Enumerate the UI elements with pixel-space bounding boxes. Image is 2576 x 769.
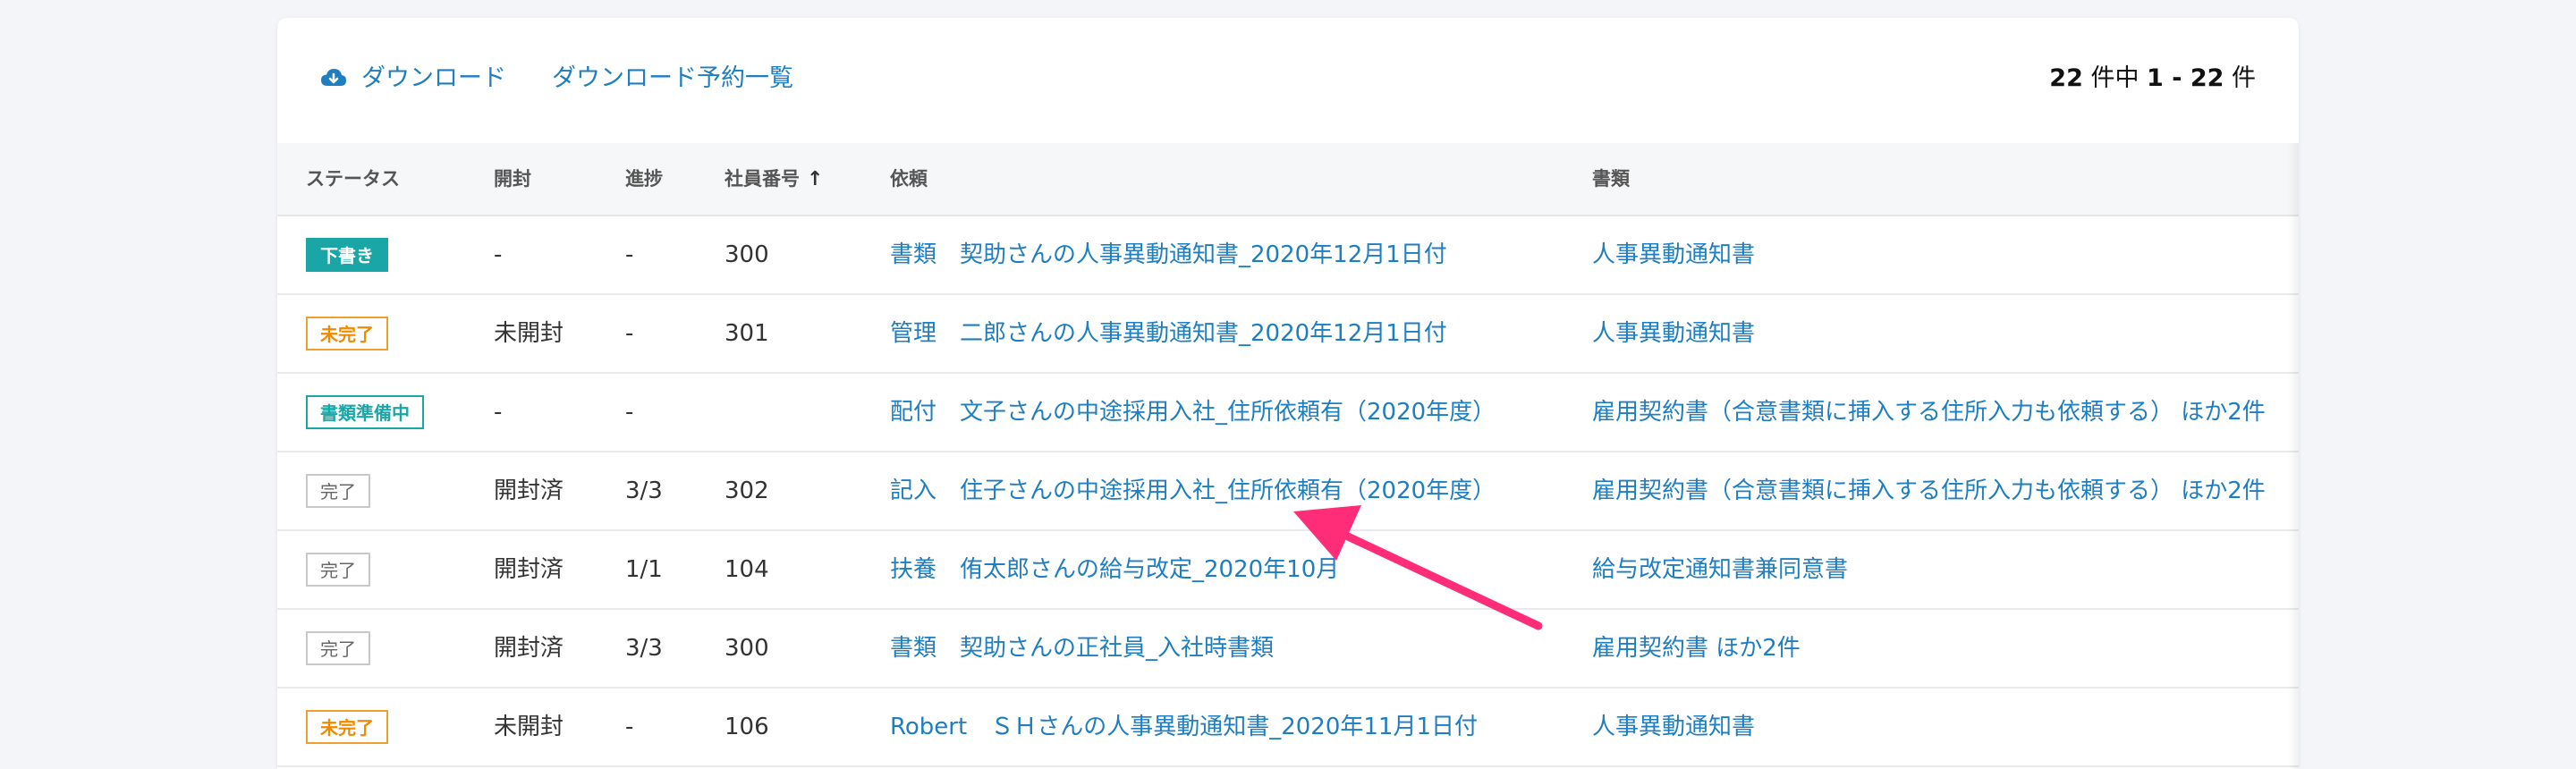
opened-cell: 開封済 [494, 635, 564, 662]
cloud-download-icon [321, 69, 346, 86]
request-link[interactable]: 書類 契助さんの正社員_入社時書類 [890, 610, 1274, 687]
table-row[interactable]: 完了 開封済 1/1 104 扶養 侑太郎さんの給与改定_2020年10月 給与… [277, 531, 2299, 610]
progress-cell: 3/3 [625, 477, 663, 504]
status-badge: 書類準備中 [306, 395, 424, 429]
request-link[interactable]: 扶養 侑太郎さんの給与改定_2020年10月 [890, 531, 1339, 608]
documents-card: ダウンロード ダウンロード予約一覧 22 件中 1 - 22 件 ステータス 開… [277, 18, 2299, 769]
employee-no-cell: 300 [724, 635, 769, 662]
table-row[interactable]: 書類準備中 - - 配付 文子さんの中途採用入社_住所依頼有（2020年度） 雇… [277, 374, 2299, 452]
status-badge: 完了 [306, 553, 370, 587]
table-header: ステータス 開封 進捗 社員番号 ↑ 依頼 書類 [277, 143, 2299, 216]
document-link[interactable]: 雇用契約書（合意書類に挿入する住所入力も依頼する） ほか2件 [1592, 452, 2266, 529]
toolbar: ダウンロード ダウンロード予約一覧 22 件中 1 - 22 件 [277, 18, 2299, 143]
document-link[interactable]: 人事異動通知書 [1592, 295, 1755, 372]
progress-cell: 3/3 [625, 635, 663, 662]
column-header-status[interactable]: ステータス [306, 143, 400, 215]
employee-no-cell: 302 [724, 477, 769, 504]
progress-cell: - [625, 399, 634, 426]
column-header-employee-no[interactable]: 社員番号 ↑ [724, 143, 823, 215]
documents-table: ステータス 開封 進捗 社員番号 ↑ 依頼 書類 下書き - - 300 書類 契… [277, 143, 2299, 767]
table-row[interactable]: 完了 開封済 3/3 302 記入 住子さんの中途採用入社_住所依頼有（2020… [277, 452, 2299, 531]
progress-cell: - [625, 714, 634, 740]
request-link[interactable]: 記入 住子さんの中途採用入社_住所依頼有（2020年度） [890, 452, 1496, 529]
employee-no-cell: 301 [724, 320, 769, 347]
horizontal-scroll-edge [2288, 143, 2299, 769]
document-link[interactable]: 人事異動通知書 [1592, 689, 1755, 765]
status-badge: 未完了 [306, 317, 388, 351]
opened-cell: - [494, 399, 503, 426]
request-link[interactable]: Robert ＳＨさんの人事異動通知書_2020年11月1日付 [890, 689, 1478, 765]
employee-no-cell: 104 [724, 556, 769, 583]
request-link[interactable]: 書類 契助さんの人事異動通知書_2020年12月1日付 [890, 216, 1447, 293]
document-link[interactable]: 人事異動通知書 [1592, 216, 1755, 293]
column-header-document[interactable]: 書類 [1592, 143, 1630, 215]
progress-cell: - [625, 320, 634, 347]
opened-cell: 未開封 [494, 714, 564, 740]
opened-cell: 開封済 [494, 477, 564, 504]
column-header-progress[interactable]: 進捗 [625, 143, 663, 215]
document-link[interactable]: 給与改定通知書兼同意書 [1592, 531, 1848, 608]
table-row[interactable]: 下書き - - 300 書類 契助さんの人事異動通知書_2020年12月1日付 … [277, 216, 2299, 295]
download-reservation-list-link[interactable]: ダウンロード予約一覧 [552, 61, 793, 97]
employee-no-cell: 300 [724, 241, 769, 268]
count-suffix: 件 [2224, 64, 2256, 92]
table-row[interactable]: 未完了 未開封 - 106 Robert ＳＨさんの人事異動通知書_2020年1… [277, 689, 2299, 767]
request-link[interactable]: 配付 文子さんの中途採用入社_住所依頼有（2020年度） [890, 374, 1496, 451]
opened-cell: 開封済 [494, 556, 564, 583]
arrow-up-icon: ↑ [807, 168, 824, 190]
opened-cell: 未開封 [494, 320, 564, 347]
table-row[interactable]: 完了 開封済 3/3 300 書類 契助さんの正社員_入社時書類 雇用契約書 ほ… [277, 610, 2299, 689]
count-total: 22 [2049, 64, 2083, 92]
column-header-request[interactable]: 依頼 [890, 143, 928, 215]
opened-cell: - [494, 241, 503, 268]
pagination-count: 22 件中 1 - 22 件 [2049, 61, 2256, 97]
employee-no-cell: 106 [724, 714, 769, 740]
document-link[interactable]: 雇用契約書（合意書類に挿入する住所入力も依頼する） ほか2件 [1592, 374, 2266, 451]
request-link[interactable]: 管理 二郎さんの人事異動通知書_2020年12月1日付 [890, 295, 1447, 372]
count-range: 1 - 22 [2147, 64, 2224, 92]
document-link[interactable]: 雇用契約書 ほか2件 [1592, 610, 1801, 687]
progress-cell: 1/1 [625, 556, 663, 583]
status-badge: 下書き [306, 238, 388, 272]
employee-no-label: 社員番号 [724, 168, 800, 190]
status-badge: 完了 [306, 474, 370, 508]
column-header-opened[interactable]: 開封 [494, 143, 531, 215]
progress-cell: - [625, 241, 634, 268]
table-row[interactable]: 未完了 未開封 - 301 管理 二郎さんの人事異動通知書_2020年12月1日… [277, 295, 2299, 374]
status-badge: 完了 [306, 631, 370, 665]
download-label: ダウンロード [361, 64, 506, 92]
count-mid: 件中 [2082, 64, 2148, 92]
status-badge: 未完了 [306, 710, 388, 744]
